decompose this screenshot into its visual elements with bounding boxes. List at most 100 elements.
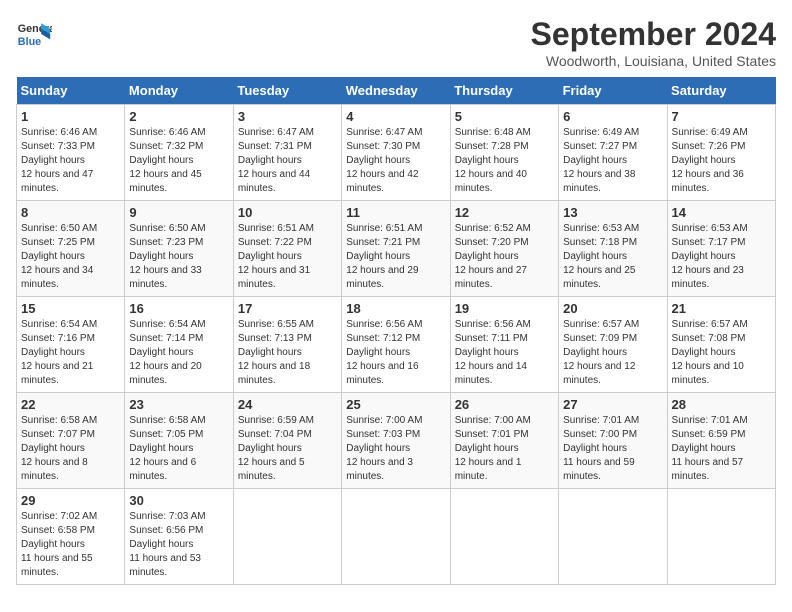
sunrise-label: Sunrise: 6:50 AM bbox=[129, 223, 205, 234]
sunset-label: Sunset: 7:00 PM bbox=[563, 429, 637, 440]
day-info: Sunrise: 6:54 AM Sunset: 7:16 PM Dayligh… bbox=[21, 318, 120, 388]
sunrise-label: Sunrise: 6:46 AM bbox=[21, 127, 97, 138]
day-number: 24 bbox=[238, 397, 337, 412]
day-number: 16 bbox=[129, 301, 228, 316]
calendar-cell: 18 Sunrise: 6:56 AM Sunset: 7:12 PM Dayl… bbox=[342, 297, 450, 393]
day-number: 10 bbox=[238, 205, 337, 220]
daylight-duration: 11 hours and 57 minutes. bbox=[672, 457, 744, 482]
day-info: Sunrise: 6:47 AM Sunset: 7:31 PM Dayligh… bbox=[238, 126, 337, 196]
day-number: 22 bbox=[21, 397, 120, 412]
calendar-cell: 1 Sunrise: 6:46 AM Sunset: 7:33 PM Dayli… bbox=[17, 105, 125, 201]
day-info: Sunrise: 6:56 AM Sunset: 7:12 PM Dayligh… bbox=[346, 318, 445, 388]
daylight-duration: 11 hours and 59 minutes. bbox=[563, 457, 635, 482]
sunrise-label: Sunrise: 6:55 AM bbox=[238, 319, 314, 330]
sunset-label: Sunset: 7:08 PM bbox=[672, 333, 746, 344]
header: General Blue September 2024 Woodworth, L… bbox=[16, 16, 776, 69]
day-info: Sunrise: 6:56 AM Sunset: 7:11 PM Dayligh… bbox=[455, 318, 554, 388]
header-row: SundayMondayTuesdayWednesdayThursdayFrid… bbox=[17, 77, 776, 105]
daylight-duration: 12 hours and 12 minutes. bbox=[563, 361, 635, 386]
daylight-label: Daylight hours bbox=[238, 443, 302, 454]
daylight-duration: 12 hours and 29 minutes. bbox=[346, 265, 418, 290]
sunset-label: Sunset: 7:12 PM bbox=[346, 333, 420, 344]
calendar-cell: 22 Sunrise: 6:58 AM Sunset: 7:07 PM Dayl… bbox=[17, 393, 125, 489]
daylight-label: Daylight hours bbox=[455, 347, 519, 358]
sunset-label: Sunset: 7:04 PM bbox=[238, 429, 312, 440]
sunset-label: Sunset: 7:22 PM bbox=[238, 237, 312, 248]
sunset-label: Sunset: 7:28 PM bbox=[455, 141, 529, 152]
day-info: Sunrise: 6:49 AM Sunset: 7:26 PM Dayligh… bbox=[672, 126, 771, 196]
sunrise-label: Sunrise: 6:59 AM bbox=[238, 415, 314, 426]
day-info: Sunrise: 6:53 AM Sunset: 7:18 PM Dayligh… bbox=[563, 222, 662, 292]
calendar-cell: 29 Sunrise: 7:02 AM Sunset: 6:58 PM Dayl… bbox=[17, 489, 125, 585]
calendar-cell: 28 Sunrise: 7:01 AM Sunset: 6:59 PM Dayl… bbox=[667, 393, 775, 489]
day-info: Sunrise: 7:02 AM Sunset: 6:58 PM Dayligh… bbox=[21, 510, 120, 580]
day-number: 1 bbox=[21, 109, 120, 124]
day-header: Tuesday bbox=[233, 77, 341, 105]
daylight-duration: 12 hours and 36 minutes. bbox=[672, 169, 744, 194]
calendar-cell bbox=[233, 489, 341, 585]
sunset-label: Sunset: 7:25 PM bbox=[21, 237, 95, 248]
day-header: Friday bbox=[559, 77, 667, 105]
daylight-label: Daylight hours bbox=[21, 155, 85, 166]
daylight-label: Daylight hours bbox=[238, 347, 302, 358]
day-info: Sunrise: 6:59 AM Sunset: 7:04 PM Dayligh… bbox=[238, 414, 337, 484]
daylight-label: Daylight hours bbox=[238, 251, 302, 262]
daylight-duration: 12 hours and 18 minutes. bbox=[238, 361, 310, 386]
sunrise-label: Sunrise: 7:00 AM bbox=[346, 415, 422, 426]
sunset-label: Sunset: 7:09 PM bbox=[563, 333, 637, 344]
day-number: 2 bbox=[129, 109, 228, 124]
daylight-duration: 12 hours and 25 minutes. bbox=[563, 265, 635, 290]
day-number: 6 bbox=[563, 109, 662, 124]
sunrise-label: Sunrise: 7:02 AM bbox=[21, 511, 97, 522]
daylight-label: Daylight hours bbox=[129, 539, 193, 550]
calendar-cell: 5 Sunrise: 6:48 AM Sunset: 7:28 PM Dayli… bbox=[450, 105, 558, 201]
daylight-duration: 11 hours and 53 minutes. bbox=[129, 553, 201, 578]
day-info: Sunrise: 6:48 AM Sunset: 7:28 PM Dayligh… bbox=[455, 126, 554, 196]
daylight-label: Daylight hours bbox=[563, 155, 627, 166]
day-header: Saturday bbox=[667, 77, 775, 105]
calendar-week: 15 Sunrise: 6:54 AM Sunset: 7:16 PM Dayl… bbox=[17, 297, 776, 393]
calendar-cell: 17 Sunrise: 6:55 AM Sunset: 7:13 PM Dayl… bbox=[233, 297, 341, 393]
day-info: Sunrise: 7:01 AM Sunset: 6:59 PM Dayligh… bbox=[672, 414, 771, 484]
daylight-label: Daylight hours bbox=[129, 251, 193, 262]
daylight-duration: 12 hours and 6 minutes. bbox=[129, 457, 196, 482]
calendar-week: 1 Sunrise: 6:46 AM Sunset: 7:33 PM Dayli… bbox=[17, 105, 776, 201]
daylight-label: Daylight hours bbox=[455, 251, 519, 262]
sunset-label: Sunset: 6:56 PM bbox=[129, 525, 203, 536]
daylight-duration: 12 hours and 8 minutes. bbox=[21, 457, 88, 482]
calendar-cell: 26 Sunrise: 7:00 AM Sunset: 7:01 PM Dayl… bbox=[450, 393, 558, 489]
sunset-label: Sunset: 7:16 PM bbox=[21, 333, 95, 344]
daylight-duration: 12 hours and 45 minutes. bbox=[129, 169, 201, 194]
daylight-duration: 12 hours and 33 minutes. bbox=[129, 265, 201, 290]
daylight-duration: 12 hours and 47 minutes. bbox=[21, 169, 93, 194]
day-number: 11 bbox=[346, 205, 445, 220]
sunrise-label: Sunrise: 6:57 AM bbox=[672, 319, 748, 330]
sunrise-label: Sunrise: 7:03 AM bbox=[129, 511, 205, 522]
day-number: 8 bbox=[21, 205, 120, 220]
day-info: Sunrise: 6:58 AM Sunset: 7:05 PM Dayligh… bbox=[129, 414, 228, 484]
daylight-duration: 12 hours and 1 minute. bbox=[455, 457, 522, 482]
daylight-duration: 12 hours and 34 minutes. bbox=[21, 265, 93, 290]
day-info: Sunrise: 6:51 AM Sunset: 7:22 PM Dayligh… bbox=[238, 222, 337, 292]
calendar-cell: 10 Sunrise: 6:51 AM Sunset: 7:22 PM Dayl… bbox=[233, 201, 341, 297]
sunrise-label: Sunrise: 6:53 AM bbox=[672, 223, 748, 234]
calendar-cell bbox=[559, 489, 667, 585]
calendar-week: 8 Sunrise: 6:50 AM Sunset: 7:25 PM Dayli… bbox=[17, 201, 776, 297]
sunset-label: Sunset: 7:05 PM bbox=[129, 429, 203, 440]
sunset-label: Sunset: 7:27 PM bbox=[563, 141, 637, 152]
sunrise-label: Sunrise: 6:49 AM bbox=[563, 127, 639, 138]
daylight-duration: 12 hours and 38 minutes. bbox=[563, 169, 635, 194]
day-info: Sunrise: 6:50 AM Sunset: 7:25 PM Dayligh… bbox=[21, 222, 120, 292]
daylight-duration: 12 hours and 3 minutes. bbox=[346, 457, 413, 482]
sunset-label: Sunset: 7:17 PM bbox=[672, 237, 746, 248]
calendar-table: SundayMondayTuesdayWednesdayThursdayFrid… bbox=[16, 77, 776, 585]
title-section: September 2024 Woodworth, Louisiana, Uni… bbox=[531, 16, 776, 69]
sunset-label: Sunset: 7:03 PM bbox=[346, 429, 420, 440]
day-info: Sunrise: 6:55 AM Sunset: 7:13 PM Dayligh… bbox=[238, 318, 337, 388]
calendar-cell: 9 Sunrise: 6:50 AM Sunset: 7:23 PM Dayli… bbox=[125, 201, 233, 297]
sunset-label: Sunset: 6:58 PM bbox=[21, 525, 95, 536]
daylight-duration: 12 hours and 42 minutes. bbox=[346, 169, 418, 194]
sunrise-label: Sunrise: 6:53 AM bbox=[563, 223, 639, 234]
sunrise-label: Sunrise: 6:51 AM bbox=[346, 223, 422, 234]
sunset-label: Sunset: 7:20 PM bbox=[455, 237, 529, 248]
